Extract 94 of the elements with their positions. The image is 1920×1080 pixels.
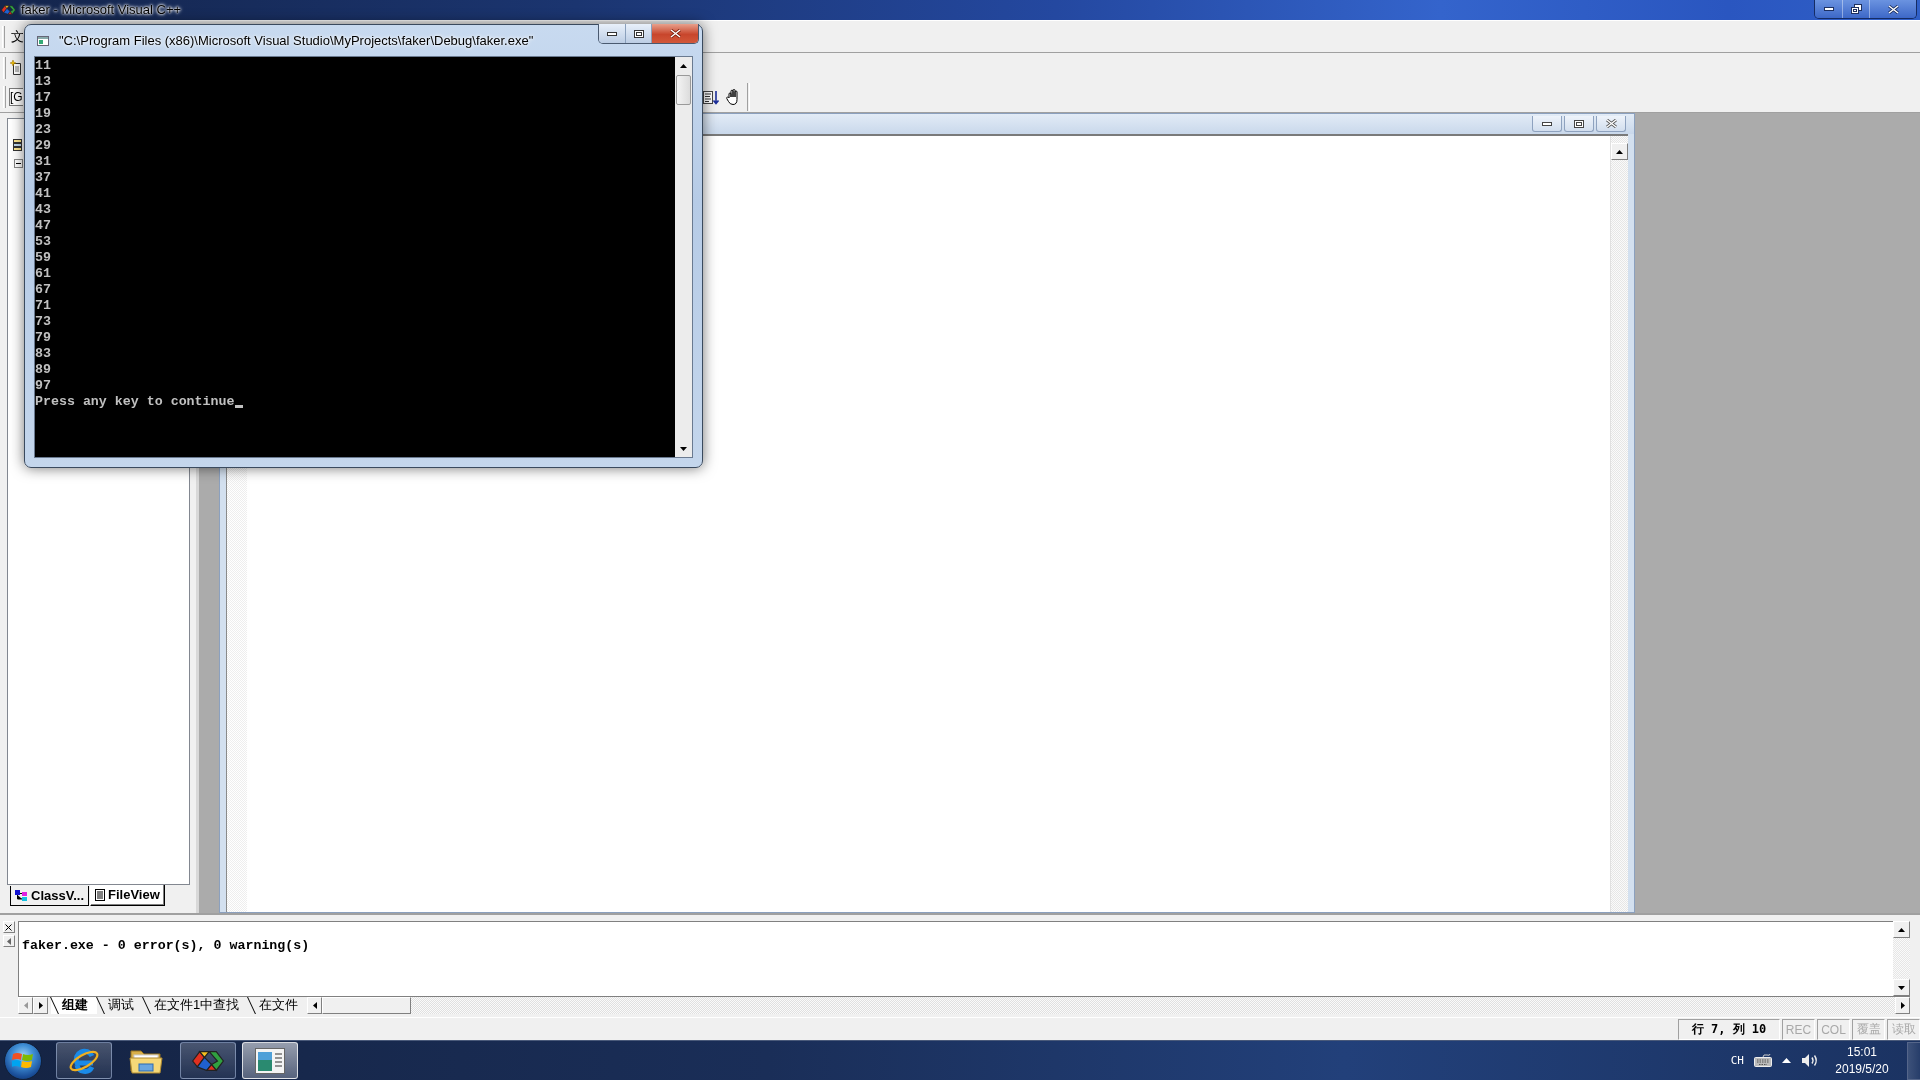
console-line: 37 xyxy=(35,170,51,186)
document-icon xyxy=(95,888,105,901)
taskbar-button[interactable] xyxy=(56,1042,112,1079)
taskbar-button[interactable] xyxy=(180,1042,236,1079)
list-down-arrow-icon[interactable] xyxy=(703,89,720,105)
close-icon xyxy=(1887,4,1899,14)
workspace-icon[interactable] xyxy=(13,139,23,151)
tab-scroll-right-button[interactable] xyxy=(33,997,48,1014)
console-line: 89 xyxy=(35,362,51,378)
console-line: 43 xyxy=(35,202,51,218)
console-line: 29 xyxy=(35,138,51,154)
build-result-text: faker.exe - 0 error(s), 0 warning(s) xyxy=(22,938,310,953)
maximize-icon xyxy=(1574,119,1584,128)
console-line: 17 xyxy=(35,90,51,106)
triangle-down-icon xyxy=(680,446,687,451)
console-line: 11 xyxy=(35,58,51,74)
tab-scroll-left-button[interactable] xyxy=(18,997,33,1014)
console-line: 73 xyxy=(35,314,51,330)
collapse-box-icon[interactable] xyxy=(14,159,23,168)
scroll-thumb[interactable] xyxy=(676,75,691,105)
triangle-right-icon xyxy=(38,1002,43,1009)
vertical-scrollbar[interactable] xyxy=(675,57,692,457)
window-title: faker - Microsoft Visual C++ xyxy=(21,2,182,18)
console-line: 47 xyxy=(35,218,51,234)
triangle-down-icon xyxy=(1898,985,1905,990)
restore-button[interactable] xyxy=(1842,0,1869,18)
console-line: 53 xyxy=(35,234,51,250)
close-icon xyxy=(1605,119,1617,128)
console-line: 59 xyxy=(35,250,51,266)
console-line: 13 xyxy=(35,74,51,90)
language-indicator[interactable]: CH xyxy=(1730,1054,1744,1067)
status-indicator: REC xyxy=(1782,1019,1815,1040)
console-line: 41 xyxy=(35,186,51,202)
triangle-up-icon xyxy=(1616,149,1623,154)
restore-icon xyxy=(1850,4,1862,14)
output-tab[interactable]: 组建 xyxy=(51,997,97,1014)
triangle-left-icon xyxy=(6,937,11,945)
start-button[interactable] xyxy=(4,1041,42,1080)
cursor-position: 行 7, 列 10 xyxy=(1678,1019,1780,1040)
vertical-scrollbar[interactable] xyxy=(1610,136,1628,912)
triangle-left-icon xyxy=(312,1002,317,1009)
console-line: 61 xyxy=(35,266,51,282)
page-sparkle-icon[interactable] xyxy=(10,60,23,76)
knot-icon xyxy=(1,4,16,16)
window-title: "C:\Program Files (x86)\Microsoft Visual Studio\MyProjects\faker\Debug\faker.exe" xyxy=(59,33,534,48)
window-icon xyxy=(37,35,49,46)
triangle-up-icon xyxy=(680,63,687,68)
minimize-icon xyxy=(607,31,617,36)
triangle-up-icon xyxy=(1898,927,1905,932)
horizontal-scrollbar[interactable] xyxy=(307,997,1910,1014)
minimize-icon xyxy=(1823,7,1834,11)
combo-field[interactable]: [G xyxy=(9,88,23,107)
triangle-right-icon xyxy=(1900,1002,1905,1009)
console-line: 31 xyxy=(35,154,51,170)
scroll-up-button[interactable] xyxy=(1893,921,1910,938)
status-indicator: 读取 xyxy=(1887,1019,1920,1040)
console-line: 19 xyxy=(35,106,51,122)
console-line: 67 xyxy=(35,282,51,298)
scroll-up-button[interactable] xyxy=(1611,143,1628,160)
console-line: 79 xyxy=(35,330,51,346)
clock-date[interactable]: 2019/5/20 xyxy=(1835,1060,1889,1078)
console-line: 83 xyxy=(35,346,51,362)
window-icon xyxy=(255,1047,285,1074)
speaker-icon[interactable] xyxy=(1801,1053,1819,1068)
minimize-button[interactable] xyxy=(1815,0,1842,18)
scroll-right-button[interactable] xyxy=(1895,997,1910,1014)
hand-icon[interactable] xyxy=(726,89,741,106)
maximize-icon xyxy=(633,29,644,38)
maximize-button[interactable] xyxy=(625,24,651,43)
close-icon xyxy=(669,29,681,38)
clock-time[interactable]: 15:01 xyxy=(1847,1043,1877,1061)
scroll-left-button[interactable] xyxy=(307,997,323,1014)
console-line: 71 xyxy=(35,298,51,314)
console-line: 97 xyxy=(35,378,51,394)
vertical-scrollbar[interactable] xyxy=(1893,921,1910,996)
class-diagram-icon xyxy=(15,889,28,902)
menu-item[interactable]: 文 xyxy=(9,26,26,47)
scroll-down-button[interactable] xyxy=(1893,979,1910,996)
console-line: 23 xyxy=(35,122,51,138)
close-icon xyxy=(5,923,12,931)
minimize-button[interactable] xyxy=(1532,116,1562,132)
console-line: Press any key to continue xyxy=(35,394,235,410)
triangle-left-icon xyxy=(23,1002,28,1009)
workspace-tab[interactable]: FileView xyxy=(90,884,165,906)
minimize-icon xyxy=(1542,121,1552,126)
maximize-button[interactable] xyxy=(1564,116,1594,132)
minimize-button[interactable] xyxy=(599,24,625,43)
workspace-tab[interactable]: ClassV... xyxy=(10,886,89,906)
triangle-up-icon[interactable] xyxy=(1782,1058,1791,1063)
status-indicator: COL xyxy=(1817,1019,1850,1040)
flag-icon xyxy=(12,1050,34,1071)
status-indicator: 覆盖 xyxy=(1852,1019,1885,1040)
collapse-button[interactable] xyxy=(2,935,15,947)
keyboard-icon[interactable] xyxy=(1754,1054,1772,1067)
